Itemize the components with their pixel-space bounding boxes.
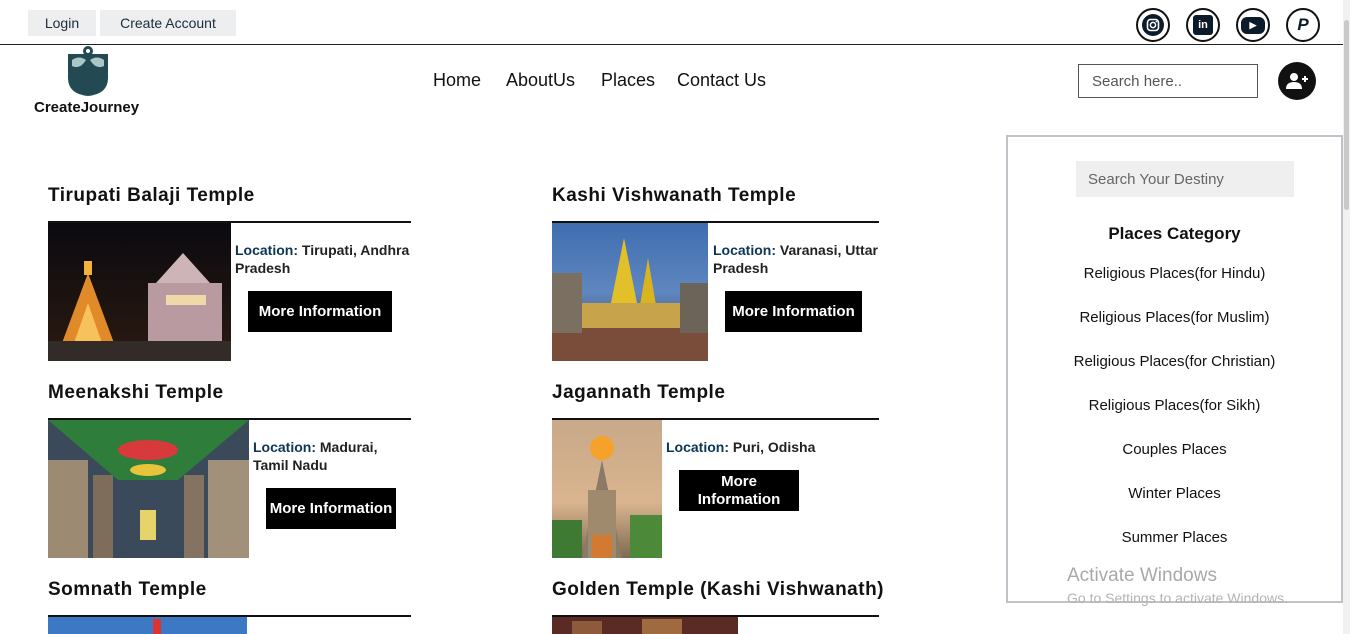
category-title: Places Category [1108, 224, 1241, 243]
activation-watermark-title: Activate Windows [1067, 565, 1217, 586]
category-link[interactable]: Religious Places(for Christian) [1008, 353, 1341, 370]
nav-aboutus[interactable]: AboutUs [506, 70, 575, 91]
card-title[interactable]: Golden Temple (Kashi Vishwanath) [552, 579, 884, 601]
card-title[interactable]: Somnath Temple [48, 579, 207, 601]
user-plus-icon [1286, 73, 1308, 89]
create-account-button[interactable]: Create Account [100, 10, 236, 36]
location-text: Location: Tirupati, Andhra Pradesh [235, 241, 411, 277]
location-text: Location: Madurai, Tamil Nadu [253, 438, 403, 474]
destination-search-input[interactable] [1076, 161, 1294, 197]
temple-photo [48, 617, 247, 634]
category-link[interactable]: Religious Places(for Muslim) [1008, 309, 1341, 326]
location-value: Puri, Odisha [732, 439, 816, 455]
places-sidebar: Places Category Religious Places(for Hin… [1006, 135, 1343, 603]
instagram-link[interactable] [1136, 8, 1170, 42]
category-link[interactable]: Summer Places [1008, 529, 1341, 546]
paypal-icon: P [1297, 15, 1309, 34]
brand-logo[interactable]: CreateJourney [34, 46, 144, 118]
nav-home[interactable]: Home [433, 70, 481, 91]
category-link[interactable]: Religious Places(for Hindu) [1008, 265, 1341, 282]
card-title[interactable]: Jagannath Temple [552, 382, 725, 404]
category-link[interactable]: Couples Places [1008, 441, 1341, 458]
category-link[interactable]: Winter Places [1008, 485, 1341, 502]
card-title[interactable]: Tirupati Balaji Temple [48, 185, 255, 207]
instagram-icon [1142, 14, 1164, 36]
activation-watermark-text: Go to Settings to activate Windows. [1067, 590, 1288, 606]
location-text: Location: Puri, Odisha [666, 438, 826, 456]
temple-photo [552, 223, 708, 361]
linkedin-icon: in [1193, 15, 1213, 35]
location-label: Location: [666, 439, 729, 455]
category-link[interactable]: Religious Places(for Sikh) [1008, 397, 1341, 414]
more-information-button[interactable]: More Information [248, 291, 392, 332]
temple-photo [48, 223, 231, 361]
login-button[interactable]: Login [28, 10, 96, 36]
more-information-button[interactable]: More Information [679, 470, 799, 511]
top-bar: Login Create Account in ▶ P [0, 0, 1350, 45]
brand-name: CreateJourney [34, 99, 140, 116]
temple-photo [552, 617, 738, 634]
more-information-button[interactable]: More Information [266, 488, 396, 529]
scrollbar-thumb[interactable] [1344, 20, 1349, 210]
logo-icon [68, 46, 108, 96]
card-title[interactable]: Meenakshi Temple [48, 382, 224, 404]
location-label: Location: [235, 242, 298, 258]
location-label: Location: [713, 242, 776, 258]
more-information-button[interactable]: More Information [725, 291, 862, 332]
temple-photo [552, 420, 662, 558]
nav-contact-us[interactable]: Contact Us [677, 70, 766, 91]
temple-photo [48, 420, 249, 558]
add-user-button[interactable] [1278, 62, 1316, 100]
nav-places[interactable]: Places [601, 70, 655, 91]
location-text: Location: Varanasi, Uttar Pradesh [713, 241, 879, 277]
linkedin-link[interactable]: in [1186, 8, 1220, 42]
paypal-link[interactable]: P [1286, 8, 1320, 42]
youtube-link[interactable]: ▶ [1236, 8, 1270, 42]
location-label: Location: [253, 439, 316, 455]
card-title[interactable]: Kashi Vishwanath Temple [552, 185, 796, 207]
search-input[interactable] [1078, 64, 1258, 98]
youtube-icon: ▶ [1241, 16, 1265, 34]
